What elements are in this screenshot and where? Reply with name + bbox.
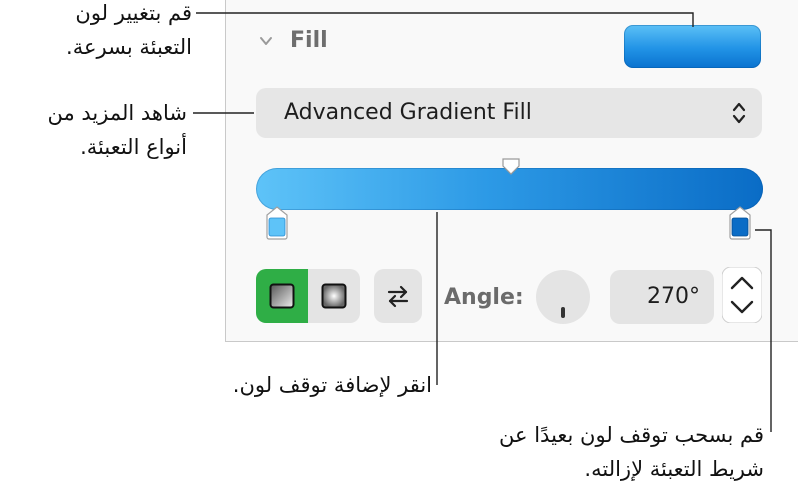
callout-remove-stop: قم بسحب توقف لون بعيدًا عن شريط التعبئة …: [499, 418, 764, 486]
callout-more-fills-line2: أنواع التعبئة.: [80, 135, 187, 159]
callout-more-fills-line1: شاهد المزيد من: [47, 101, 187, 125]
callout-remove-stop-line2: شريط التعبئة لإزالته.: [584, 457, 764, 481]
callout-quick-color-line1: قم بتغيير لون: [75, 1, 192, 25]
callout-more-fills: شاهد المزيد من أنواع التعبئة.: [47, 96, 187, 164]
callout-remove-stop-line1: قم بسحب توقف لون بعيدًا عن: [499, 423, 764, 447]
callout-quick-color: قم بتغيير لون التعبئة بسرعة.: [66, 0, 192, 64]
callout-quick-color-line2: التعبئة بسرعة.: [66, 35, 192, 59]
callout-add-stop: انقر لإضافة توقف لون.: [232, 373, 432, 397]
